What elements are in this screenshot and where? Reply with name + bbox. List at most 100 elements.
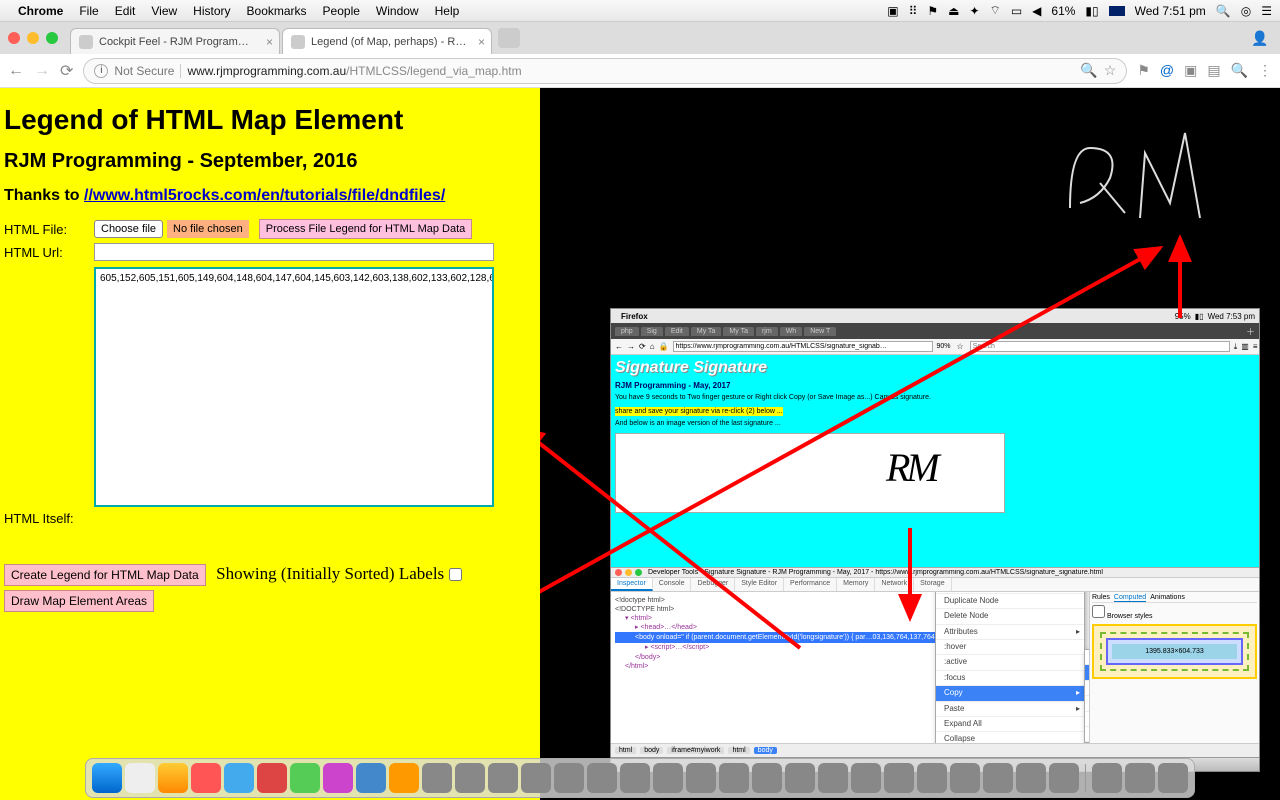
devtab-debugger[interactable]: Debugger [691,578,735,591]
dock-trash-icon[interactable] [1158,763,1188,793]
menu-window[interactable]: Window [376,4,419,18]
create-legend-button[interactable]: Create Legend for HTML Map Data [4,564,206,586]
menu-bookmarks[interactable]: Bookmarks [247,4,307,18]
reload-button[interactable]: ⟳ [60,61,73,81]
embedded-tab[interactable]: php [615,327,639,336]
sub-css-path[interactable]: CSS Path [1085,696,1089,711]
dock-app-icon[interactable] [752,763,782,793]
dock-app-icon[interactable] [686,763,716,793]
home-icon[interactable]: ⌂ [650,342,655,351]
dock-app-icon[interactable] [422,763,452,793]
ctx-attributes[interactable]: Attributes▸ [936,625,1084,640]
close-tab-icon[interactable]: × [266,35,273,49]
draw-map-button[interactable]: Draw Map Element Areas [4,590,154,612]
site-info-icon[interactable]: i [94,64,108,78]
menu-people[interactable]: People [323,4,360,18]
menu-history[interactable]: History [193,4,230,18]
embedded-tab[interactable]: Sig [641,327,663,336]
ctx-focus[interactable]: :focus [936,671,1084,686]
dock-app-icon[interactable] [1092,763,1122,793]
dock-app-icon[interactable] [884,763,914,793]
notifications-icon[interactable]: ☰ [1261,4,1272,18]
close-tab-icon[interactable]: × [478,35,485,49]
ctx-collapse[interactable]: Collapse [936,732,1084,743]
browser-tab-active[interactable]: Legend (of Map, perhaps) - RJ… × [282,28,492,54]
dock-app-icon[interactable] [290,763,320,793]
dock-app-icon[interactable] [950,763,980,793]
dock-app-icon[interactable] [620,763,650,793]
dock-app-icon[interactable] [983,763,1013,793]
browser-styles-checkbox[interactable] [1092,605,1105,618]
extension-icon[interactable]: ⚑ [1137,62,1150,79]
display-icon[interactable]: ▭ [1011,4,1022,18]
devtab-styleeditor[interactable]: Style Editor [735,578,784,591]
dock-app-icon[interactable] [1016,763,1046,793]
sub-css-selector[interactable]: CSS Selector [1085,681,1089,696]
dock-app-icon[interactable] [587,763,617,793]
menubar-clock[interactable]: Wed 7:51 pm [1135,4,1206,18]
embedded-tab[interactable]: My Ta [723,327,754,336]
dock-app-icon[interactable] [488,763,518,793]
menu-view[interactable]: View [151,4,177,18]
dock-app-icon[interactable] [818,763,848,793]
sub-inner-html[interactable]: Inner HTML [1085,650,1089,665]
extension-icon[interactable]: 🔍 [1231,62,1248,79]
ctx-paste[interactable]: Paste▸ [936,702,1084,717]
rtab-rules[interactable]: Rules [1092,594,1110,602]
siri-icon[interactable]: ◎ [1241,4,1251,18]
maximize-window[interactable] [46,32,58,44]
download-icon[interactable]: ⤓ [1234,342,1238,352]
new-tab-button[interactable] [498,28,520,48]
zoom-level[interactable]: 90% [937,343,951,350]
star-icon[interactable]: ☆ [957,342,964,351]
menu-file[interactable]: File [79,4,98,18]
status-icon[interactable]: ⠿ [909,4,918,18]
status-icon[interactable]: ⚑ [927,4,938,18]
ctx-expand-all[interactable]: Expand All [936,717,1084,732]
dock-app-icon[interactable] [521,763,551,793]
dock-app-icon[interactable] [1125,763,1155,793]
minimize-window[interactable] [27,32,39,44]
signature-canvas[interactable]: RM [615,433,1005,513]
search-input[interactable] [970,341,1230,352]
url-input[interactable] [94,243,494,261]
menu-help[interactable]: Help [435,4,460,18]
menu-icon[interactable]: ≡ [1253,342,1258,351]
devtab-console[interactable]: Console [653,578,692,591]
process-file-button[interactable]: Process File Legend for HTML Map Data [259,219,473,239]
dock-app-icon[interactable] [323,763,353,793]
crumb-item[interactable]: body [640,747,663,754]
html-itself-textarea[interactable]: 605,152,605,151,605,149,604,148,604,147,… [94,267,494,507]
wifi-icon[interactable]: ⌔ [990,3,1001,18]
sub-outer-html[interactable]: Outer HTML [1085,665,1089,680]
crumb-item-selected[interactable]: body [754,747,777,754]
menubar-app[interactable]: Chrome [18,4,63,18]
dock-app-icon[interactable] [158,763,188,793]
crumb-item[interactable]: iframe#myiwork [667,747,724,754]
dock-finder-icon[interactable] [92,763,122,793]
dock-app-icon[interactable] [917,763,947,793]
status-icon[interactable]: ▣ [887,4,898,18]
flag-icon[interactable] [1109,6,1125,16]
devtab-network[interactable]: Network [875,578,914,591]
embedded-tab[interactable]: rjm [756,327,778,336]
dock-app-icon[interactable] [554,763,584,793]
dock-app-icon[interactable] [455,763,485,793]
sub-xpath[interactable]: XPath [1085,712,1089,727]
sub-image-dataurl[interactable]: Image Data-URL [1085,727,1089,742]
volume-icon[interactable]: ◀ [1032,4,1041,18]
ctx-copy[interactable]: Copy▸ [936,686,1084,701]
search-in-page-icon[interactable]: 🔍 [1080,62,1097,79]
bookmark-star-icon[interactable]: ☆ [1104,62,1117,79]
profile-avatar[interactable]: 👤 [1248,26,1272,50]
extension-icon[interactable]: ▤ [1207,62,1220,79]
dock-app-icon[interactable] [653,763,683,793]
dock-app-icon[interactable] [851,763,881,793]
embedded-tab[interactable]: Wh [780,327,803,336]
thanks-link[interactable]: //www.html5rocks.com/en/tutorials/file/d… [84,187,445,204]
crumb-item[interactable]: html [728,747,749,754]
spotlight-icon[interactable]: 🔍 [1216,4,1231,18]
dock-app-icon[interactable] [785,763,815,793]
devtab-memory[interactable]: Memory [837,578,875,591]
ctx-active[interactable]: :active [936,655,1084,670]
